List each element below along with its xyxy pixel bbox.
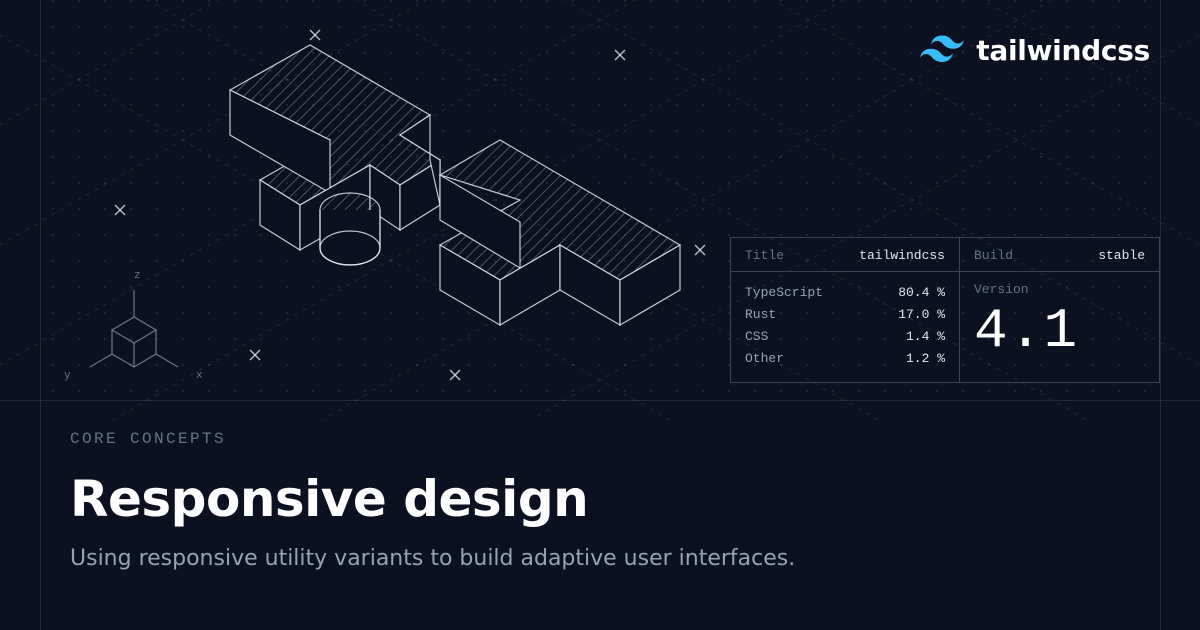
axis-y-label: y [64, 370, 71, 382]
tailwind-logo-icon [920, 35, 964, 67]
divider-horizontal [0, 400, 1200, 401]
info-version-label: Version [974, 282, 1145, 297]
info-title-label: Title [745, 248, 784, 263]
lang-row: Other1.2 % [745, 348, 945, 370]
lang-row: Rust17.0 % [745, 304, 945, 326]
axis-z-label: z [134, 270, 141, 282]
info-build-label: Build [974, 248, 1013, 263]
info-version-value: 4.1 [974, 297, 1145, 361]
divider-vertical-right [1160, 0, 1161, 630]
divider-vertical-left [40, 0, 41, 630]
page-content: CORE CONCEPTS Responsive design Using re… [70, 430, 795, 571]
brand-name: tailwindcss [976, 34, 1150, 67]
lang-row: CSS1.4 % [745, 326, 945, 348]
info-panel: Title tailwindcss TypeScript80.4 % Rust1… [730, 237, 1160, 383]
info-build-value: stable [1098, 248, 1145, 263]
info-build-box: Build stable Version 4.1 [960, 237, 1160, 383]
page-title: Responsive design [70, 470, 795, 528]
info-title-box: Title tailwindcss TypeScript80.4 % Rust1… [730, 237, 960, 383]
lang-row: TypeScript80.4 % [745, 282, 945, 304]
info-title-value: tailwindcss [859, 248, 945, 263]
eyebrow: CORE CONCEPTS [70, 430, 795, 448]
brand: tailwindcss [920, 34, 1150, 67]
page-subtitle: Using responsive utility variants to bui… [70, 546, 795, 571]
axis-x-label: x [196, 370, 203, 382]
